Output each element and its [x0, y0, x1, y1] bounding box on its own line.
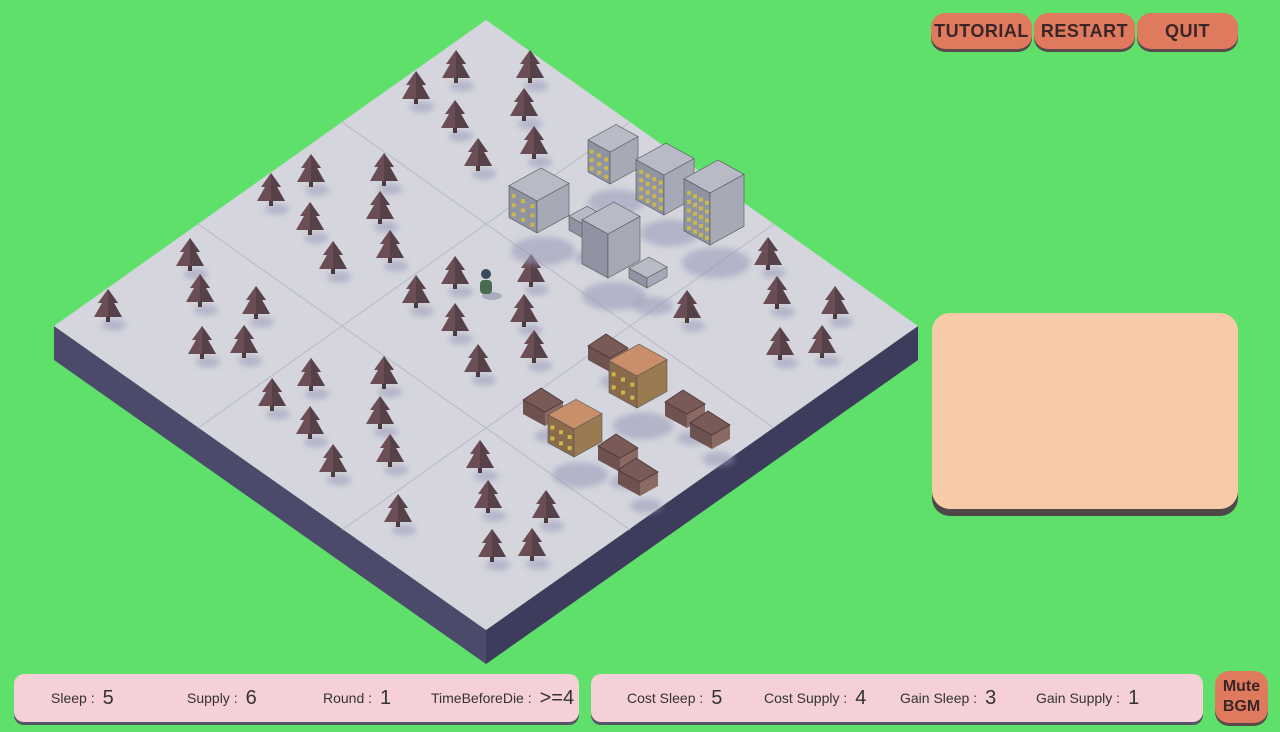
window — [589, 166, 594, 171]
window — [699, 223, 703, 228]
cost-sleep-label: Cost Sleep : — [627, 690, 704, 706]
time-before-die-value: >=4 — [539, 686, 575, 709]
window — [652, 194, 657, 199]
board-base — [54, 20, 918, 664]
window — [687, 217, 691, 222]
window — [705, 200, 709, 205]
window — [589, 149, 594, 154]
window — [705, 209, 709, 214]
window — [521, 208, 525, 213]
window — [699, 232, 703, 237]
window — [621, 377, 625, 382]
gain-sleep-stat: Gain Sleep : 3 — [900, 674, 996, 722]
window — [705, 218, 709, 223]
window — [645, 190, 650, 195]
window — [611, 385, 616, 390]
time-before-die-stat: TimeBeforeDie : >=4 — [431, 674, 574, 722]
round-label: Round : — [323, 690, 373, 706]
supply-label: Supply : — [187, 690, 238, 706]
window — [550, 425, 555, 430]
info-panel — [932, 313, 1238, 509]
window — [604, 157, 609, 162]
window — [658, 206, 663, 211]
window — [699, 215, 703, 220]
window — [687, 208, 691, 213]
window — [630, 395, 635, 400]
window — [639, 186, 644, 191]
window — [687, 226, 691, 231]
window — [597, 153, 601, 158]
window — [604, 174, 609, 179]
window — [652, 185, 657, 190]
player-body — [480, 280, 492, 294]
supply-value: 6 — [245, 686, 257, 709]
window — [530, 213, 535, 218]
window — [597, 162, 601, 167]
gain-sleep-value: 3 — [985, 686, 997, 709]
cost-supply-label: Cost Supply : — [764, 690, 848, 706]
window — [511, 212, 516, 217]
supply-stat: Supply : 6 — [187, 674, 257, 722]
window — [611, 372, 616, 377]
window — [652, 202, 657, 207]
sleep-label: Sleep : — [51, 690, 95, 706]
window — [693, 194, 697, 199]
window — [658, 197, 663, 202]
window — [567, 446, 572, 451]
window — [705, 236, 709, 241]
window — [604, 166, 609, 171]
window — [559, 430, 563, 435]
window — [530, 222, 535, 227]
window — [567, 435, 572, 440]
cost-gain-status-bar: Cost Sleep : 5 Cost Supply : 4 Gain Slee… — [591, 674, 1203, 722]
cost-supply-value: 4 — [855, 686, 867, 709]
window — [511, 203, 516, 208]
window — [652, 177, 657, 182]
cost-sleep-value: 5 — [711, 686, 723, 709]
gain-supply-value: 1 — [1128, 686, 1140, 709]
player-status-bar: Sleep : 5 Supply : 6 Round : 1 TimeBefor… — [14, 674, 579, 722]
mute-bgm-button[interactable]: Mute BGM — [1215, 671, 1268, 723]
window — [645, 173, 650, 178]
window — [521, 199, 525, 204]
window — [589, 158, 594, 163]
window — [658, 189, 663, 194]
window — [511, 193, 516, 198]
window — [645, 198, 650, 203]
window — [639, 195, 644, 200]
window — [639, 169, 644, 174]
sleep-value: 5 — [102, 686, 114, 709]
window — [693, 229, 697, 234]
window — [693, 220, 697, 225]
cost-sleep-stat: Cost Sleep : 5 — [627, 674, 722, 722]
window — [687, 190, 691, 195]
window — [621, 390, 625, 395]
window — [639, 178, 644, 183]
window — [699, 197, 703, 202]
window — [530, 204, 535, 209]
mute-bgm-line1: Mute — [1222, 678, 1261, 695]
window — [521, 217, 525, 222]
gain-sleep-label: Gain Sleep : — [900, 690, 978, 706]
window — [699, 206, 703, 211]
gain-supply-label: Gain Supply : — [1036, 690, 1121, 706]
window — [693, 211, 697, 216]
time-before-die-label: TimeBeforeDie : — [431, 690, 532, 706]
window — [693, 203, 697, 208]
player-icon — [481, 269, 491, 279]
window — [550, 436, 555, 441]
window — [630, 382, 635, 387]
gain-supply-stat: Gain Supply : 1 — [1036, 674, 1139, 722]
window — [687, 199, 691, 204]
window — [645, 181, 650, 186]
window — [658, 180, 663, 185]
round-stat: Round : 1 — [323, 674, 391, 722]
cost-supply-stat: Cost Supply : 4 — [764, 674, 866, 722]
sleep-stat: Sleep : 5 — [51, 674, 114, 722]
window — [597, 170, 601, 175]
window — [705, 227, 709, 232]
round-value: 1 — [380, 686, 392, 709]
window — [559, 441, 563, 446]
mute-bgm-line2: BGM — [1222, 698, 1261, 715]
